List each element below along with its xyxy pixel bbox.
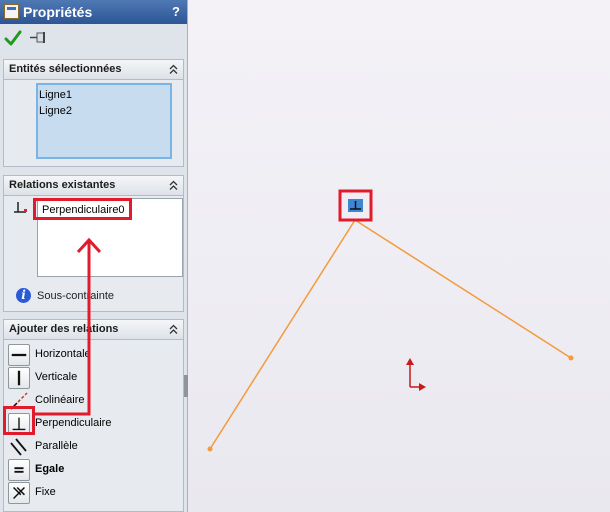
graphics-area[interactable] bbox=[188, 0, 610, 512]
sketch-endpoint bbox=[207, 446, 213, 452]
sketch-line-ligne2 bbox=[354, 219, 572, 359]
sketch-canvas[interactable] bbox=[188, 0, 610, 512]
sketch-endpoint bbox=[568, 355, 574, 361]
sketch-origin-icon bbox=[406, 358, 426, 391]
perpendicular-relation-marker[interactable] bbox=[338, 189, 373, 222]
sketch-line-ligne1 bbox=[209, 219, 356, 450]
annotation-arrow bbox=[34, 237, 102, 416]
